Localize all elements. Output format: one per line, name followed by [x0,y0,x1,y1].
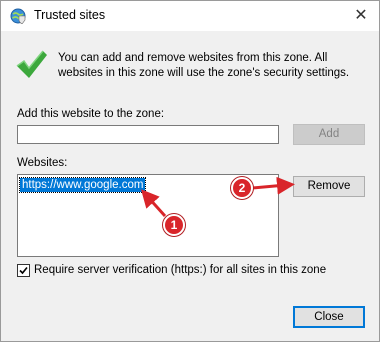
annotation-arrow-2 [251,176,295,195]
annotation-arrow-1 [140,189,167,218]
annotation-badge-1: 1 [163,214,185,236]
annotation-badge-2: 2 [231,177,253,199]
annotation-arrows [140,176,295,218]
